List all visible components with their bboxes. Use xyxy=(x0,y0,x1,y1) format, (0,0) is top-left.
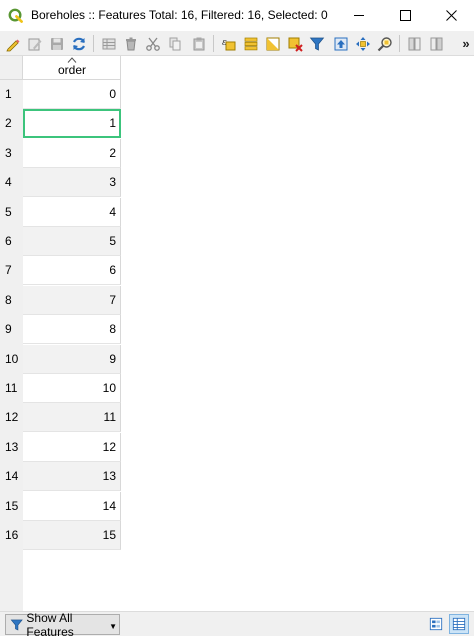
table-cell[interactable]: 2 xyxy=(23,139,121,168)
status-bar: Show All Features ▼ xyxy=(0,611,474,636)
toolbar-separator xyxy=(213,35,214,52)
cut-button[interactable] xyxy=(143,34,163,53)
row-header[interactable]: 7 xyxy=(0,256,23,285)
row-header[interactable]: 10 xyxy=(0,345,23,374)
paste-icon xyxy=(193,37,205,50)
deselect-icon xyxy=(288,37,303,52)
cut-icon xyxy=(146,37,160,51)
select-all-button[interactable] xyxy=(241,34,261,53)
delete-field-button[interactable] xyxy=(427,34,447,53)
svg-text:ε: ε xyxy=(222,38,227,48)
column-header-order[interactable]: order xyxy=(23,56,121,80)
reload-button[interactable] xyxy=(69,34,89,53)
maximize-icon xyxy=(399,10,411,21)
title-bar: Boreholes :: Features Total: 16, Filtere… xyxy=(0,0,474,31)
toggle-editing-icon xyxy=(6,39,20,51)
filter-selection-icon xyxy=(309,37,325,51)
expression-select-icon: ε xyxy=(222,38,236,50)
toolbar-separator xyxy=(399,35,400,52)
table-cell[interactable]: 3 xyxy=(23,168,121,197)
table-cell[interactable]: 4 xyxy=(23,198,121,227)
table-cell[interactable]: 5 xyxy=(23,227,121,256)
toggle-editing-button[interactable] xyxy=(3,34,23,53)
invert-selection-icon xyxy=(266,37,280,50)
filter-selection-button[interactable] xyxy=(307,34,327,53)
form-view-icon xyxy=(429,617,443,631)
table-cell[interactable]: 6 xyxy=(23,256,121,285)
table-cell[interactable]: 11 xyxy=(23,403,121,432)
multi-edit-icon xyxy=(28,38,42,50)
move-selection-top-icon xyxy=(334,37,348,50)
close-icon xyxy=(445,10,457,21)
pan-to-selection-button[interactable] xyxy=(353,34,373,53)
filter-icon xyxy=(10,619,23,631)
row-header[interactable]: 6 xyxy=(0,227,23,256)
add-feature-icon xyxy=(102,38,116,49)
copy-button[interactable] xyxy=(165,34,185,53)
row-header[interactable]: 3 xyxy=(0,139,23,168)
zoom-to-selection-button[interactable] xyxy=(375,34,395,53)
delete-feature-icon xyxy=(126,37,136,50)
multi-edit-button[interactable] xyxy=(25,34,45,53)
zoom-to-selection-icon xyxy=(377,36,392,51)
minimize-button[interactable] xyxy=(336,0,382,31)
select-all-icon xyxy=(244,37,258,50)
toolbar-overflow-button[interactable]: » xyxy=(459,34,473,53)
move-selection-top-button[interactable] xyxy=(331,34,351,53)
new-field-icon xyxy=(408,37,421,50)
copy-icon xyxy=(169,37,181,50)
paste-button[interactable] xyxy=(189,34,209,53)
table-cell[interactable]: 14 xyxy=(23,492,121,521)
dropdown-arrow-icon: ▼ xyxy=(109,622,117,631)
qgis-logo-icon xyxy=(8,8,23,23)
table-cell[interactable]: 9 xyxy=(23,345,121,374)
table-cell-current[interactable]: 1 xyxy=(23,109,121,138)
row-header[interactable]: 8 xyxy=(0,286,23,315)
window-title: Boreholes :: Features Total: 16, Filtere… xyxy=(31,8,328,22)
add-feature-button[interactable] xyxy=(99,34,119,53)
close-button[interactable] xyxy=(428,0,474,31)
row-header[interactable]: 16 xyxy=(0,521,23,550)
attribute-table: order 1 0 2 1 3 2 4 3 5 4 6 5 7 6 8 7 9 8 10 9 11 10 12 11 13 12 1… xyxy=(0,56,474,611)
table-view-icon xyxy=(452,617,466,631)
row-header[interactable]: 12 xyxy=(0,403,23,432)
table-cell[interactable]: 10 xyxy=(23,374,121,403)
row-header[interactable]: 1 xyxy=(0,80,23,109)
toolbar-separator xyxy=(93,35,94,52)
table-cell[interactable]: 8 xyxy=(23,315,121,344)
table-cell[interactable]: 12 xyxy=(23,433,121,462)
table-view-button[interactable] xyxy=(449,614,469,634)
row-header[interactable]: 14 xyxy=(0,462,23,491)
pan-to-selection-icon xyxy=(356,36,370,51)
table-cell[interactable]: 0 xyxy=(23,80,121,109)
show-all-features-label: Show All Features xyxy=(26,610,74,636)
row-header[interactable]: 5 xyxy=(0,198,23,227)
table-cell[interactable]: 13 xyxy=(23,462,121,491)
new-field-button[interactable] xyxy=(405,34,425,53)
reload-icon xyxy=(73,37,85,50)
column-header-label: order xyxy=(57,63,86,77)
row-header[interactable]: 4 xyxy=(0,168,23,197)
save-edits-icon xyxy=(51,37,63,50)
table-corner-button[interactable] xyxy=(0,56,23,80)
minimize-icon xyxy=(353,15,364,16)
row-header[interactable]: 15 xyxy=(0,492,23,521)
show-all-features-button[interactable]: Show All Features ▼ xyxy=(5,610,120,636)
attribute-table-toolbar: ε » xyxy=(0,31,474,56)
deselect-button[interactable] xyxy=(285,34,305,53)
form-view-button[interactable] xyxy=(426,614,446,634)
invert-selection-button[interactable] xyxy=(263,34,283,53)
save-edits-button[interactable] xyxy=(47,34,67,53)
table-cell[interactable]: 7 xyxy=(23,286,121,315)
expression-select-button[interactable]: ε xyxy=(219,34,239,53)
row-header[interactable]: 11 xyxy=(0,374,23,403)
delete-field-icon xyxy=(430,37,443,50)
delete-feature-button[interactable] xyxy=(121,34,141,53)
maximize-button[interactable] xyxy=(382,0,428,31)
row-header[interactable]: 13 xyxy=(0,433,23,462)
table-cell[interactable]: 15 xyxy=(23,521,121,550)
row-header[interactable]: 9 xyxy=(0,315,23,344)
row-header[interactable]: 2 xyxy=(0,109,23,138)
